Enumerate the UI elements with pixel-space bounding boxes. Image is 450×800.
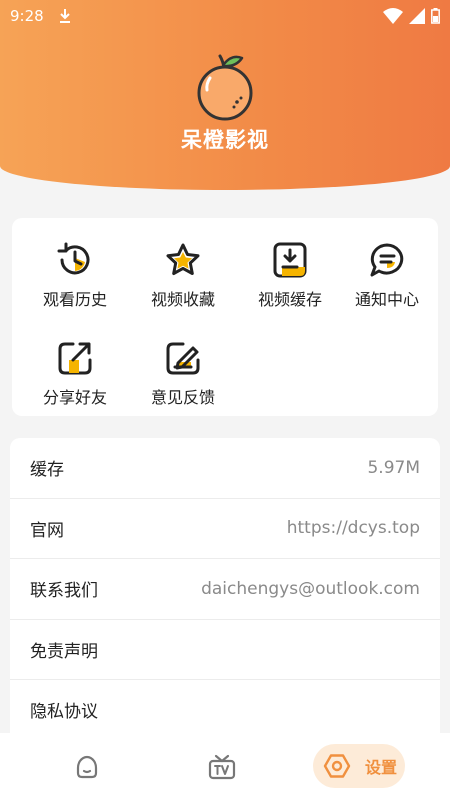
grid-item-cache[interactable]: 视频缓存 (237, 238, 343, 318)
grid-label: 视频收藏 (150, 290, 215, 309)
list-item-contact[interactable]: 联系我们 daichengys@outlook.com (10, 559, 440, 620)
tv-icon[interactable] (207, 753, 237, 781)
grid-label: 分享好友 (42, 388, 107, 407)
row-label: 隐私协议 (30, 702, 98, 723)
orange-fruit-icon (197, 54, 253, 121)
app-title: 呆橙影视 (181, 128, 269, 152)
feature-grid-card: 观看历史 视频收藏 视频缓存 通知中心 分享好友 意见反馈 (12, 218, 438, 416)
feedback-icon (166, 342, 200, 375)
message-icon (370, 243, 404, 277)
row-label: 联系我们 (30, 581, 98, 602)
history-icon (57, 242, 90, 275)
grid-item-history[interactable]: 观看历史 (22, 238, 128, 318)
wifi-icon (383, 8, 403, 24)
list-item-privacy[interactable]: 隐私协议 (10, 680, 440, 738)
grid-item-favorites[interactable]: 视频收藏 (130, 238, 236, 318)
row-label: 免责声明 (30, 641, 98, 662)
status-bar: 9:28 (0, 0, 450, 32)
settings-list: 缓存 5.97M 官网 https://dcys.top 联系我们 daiche… (10, 438, 440, 738)
battery-icon (431, 8, 440, 24)
row-label: 官网 (30, 520, 64, 541)
row-label: 缓存 (30, 460, 64, 481)
list-item-website[interactable]: 官网 https://dcys.top (10, 499, 440, 559)
bottom-nav: 设置 (0, 733, 450, 800)
download-box-icon (273, 242, 307, 278)
contact-email-value: daichengys@outlook.com (201, 578, 420, 599)
grid-label: 意见反馈 (150, 388, 215, 407)
grid-item-share[interactable]: 分享好友 (22, 336, 128, 416)
grid-label: 通知中心 (354, 290, 419, 309)
list-item-disclaimer[interactable]: 免责声明 (10, 620, 440, 680)
grid-item-feedback[interactable]: 意见反馈 (130, 336, 236, 416)
share-icon (58, 342, 92, 375)
star-icon (166, 243, 200, 275)
status-time: 9:28 (10, 7, 44, 25)
settings-icon (323, 754, 351, 778)
list-item-cache[interactable]: 缓存 5.97M (10, 438, 440, 499)
cache-size-value: 5.97M (367, 457, 420, 478)
nav-settings-tab[interactable]: 设置 (313, 744, 405, 788)
grid-label: 视频缓存 (257, 290, 322, 309)
download-icon (59, 9, 70, 23)
grid-item-notifications[interactable]: 通知中心 (334, 238, 440, 318)
home-icon[interactable] (73, 753, 101, 781)
signal-icon (409, 8, 425, 24)
website-url-value: https://dcys.top (286, 518, 420, 539)
grid-label: 观看历史 (42, 290, 107, 309)
nav-settings-label: 设置 (365, 758, 398, 777)
